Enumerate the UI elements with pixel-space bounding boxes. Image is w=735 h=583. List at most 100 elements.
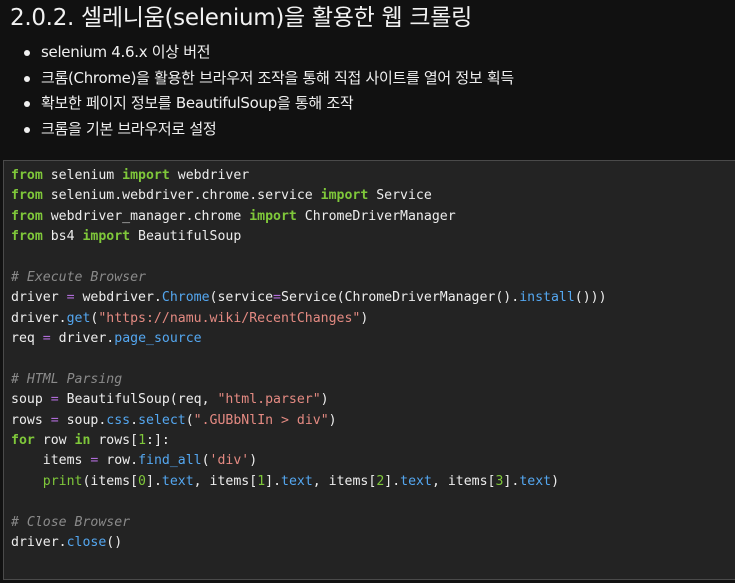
code-keyword: from <box>11 229 43 245</box>
code-text: ChromeDriverManager <box>296 208 456 224</box>
code-text: ) <box>360 310 369 326</box>
code-line: from webdriver_manager.chrome import Chr… <box>11 207 607 227</box>
bullet-list: selenium 4.6.x 이상 버전 크롬(Chrome)을 활용한 브라우… <box>20 40 514 142</box>
code-operator: = <box>273 290 281 306</box>
code-line: driver.close() <box>11 533 607 553</box>
code-text: driver <box>11 290 67 306</box>
code-line: driver = webdriver.Chrome(service=Servic… <box>11 288 607 308</box>
code-keyword: for <box>11 433 35 449</box>
code-text: driver. <box>11 535 67 551</box>
code-attribute: install <box>519 290 575 306</box>
code-text: req <box>11 331 43 347</box>
code-text: BeautifulSoup(req, <box>58 392 218 408</box>
code-text: (service <box>209 290 274 306</box>
code-attribute: css <box>106 412 131 428</box>
code-text: BeautifulSoup <box>130 229 242 245</box>
code-text: bs4 <box>42 229 83 245</box>
code-text: ]. <box>265 473 282 489</box>
code-line: soup = BeautifulSoup(req, "html.parser") <box>11 390 607 410</box>
code-line: from selenium.webdriver.chrome.service i… <box>11 186 607 206</box>
bullet-item: 크롬(Chrome)을 활용한 브라우저 조작을 통해 직접 사이트를 열어 정… <box>20 66 514 92</box>
code-line: # HTML Parsing <box>11 370 607 390</box>
code-operator: = <box>50 392 59 408</box>
code-content[interactable]: from selenium import webdriver from selen… <box>11 166 607 553</box>
code-keyword: import <box>122 168 170 183</box>
bullet-text: selenium 4.6.x 이상 버전 <box>41 43 211 61</box>
code-text: (items[ <box>82 473 139 489</box>
code-keyword: import <box>82 229 131 245</box>
code-line: driver.get("https://namu.wiki/RecentChan… <box>11 309 607 329</box>
code-attribute: select <box>138 412 186 428</box>
code-keyword: import <box>249 208 297 224</box>
bullet-dot-icon <box>24 75 30 82</box>
code-text: row <box>34 433 75 449</box>
code-attribute: text <box>519 473 552 489</box>
code-text: soup <box>11 392 51 408</box>
code-keyword: in <box>74 433 91 449</box>
code-attribute: find_all <box>138 453 202 469</box>
code-line: req = driver.page_source <box>11 329 607 349</box>
code-text: webdriver_manager.chrome <box>42 208 250 224</box>
code-text: ) <box>328 412 337 428</box>
code-line: from bs4 import BeautifulSoup <box>11 227 607 247</box>
code-attribute: text <box>281 473 313 489</box>
code-number: 1 <box>138 433 147 449</box>
code-comment: # Close Browser <box>11 514 131 530</box>
code-text: webdriver. <box>74 290 162 306</box>
code-text: ]. <box>384 473 401 489</box>
code-string: 'div' <box>209 453 250 469</box>
code-text: ]. <box>503 473 520 489</box>
code-keyword: from <box>11 168 43 183</box>
code-text: items <box>11 453 91 469</box>
code-comment: # HTML Parsing <box>11 371 123 387</box>
code-line: for row in rows[1:]: <box>11 431 607 451</box>
code-text: :]: <box>146 433 170 449</box>
code-line: rows = soup.css.select(".GUBbNlIn > div"… <box>11 411 607 431</box>
code-text: Service(ChromeDriverManager(). <box>281 290 520 306</box>
bullet-text: 크롬을 기본 브라우저로 설정 <box>41 119 217 138</box>
code-text: ) <box>249 453 258 469</box>
code-line: # Execute Browser <box>11 268 607 288</box>
code-operator: = <box>66 290 75 306</box>
code-keyword: from <box>11 208 43 224</box>
bullet-item: 확보한 페이지 정보를 BeautifulSoup을 통해 조작 <box>20 91 514 117</box>
code-text: driver. <box>11 310 67 326</box>
code-text: ( <box>201 453 210 469</box>
code-text: ())) <box>574 290 607 306</box>
code-string: "html.parser" <box>217 392 321 408</box>
code-text: selenium.webdriver.chrome.service <box>42 188 321 204</box>
code-attribute: text <box>161 473 194 489</box>
bullet-dot-icon <box>24 101 30 107</box>
code-text: webdriver <box>169 168 250 183</box>
code-string: "https://namu.wiki/RecentChanges" <box>98 310 361 326</box>
code-text: driver. <box>50 331 115 347</box>
code-line: from selenium import webdriver <box>11 166 607 186</box>
code-attribute: get <box>66 310 91 326</box>
code-text: . <box>130 412 139 428</box>
code-keyword: import <box>320 188 369 204</box>
code-text: , items[ <box>312 473 377 489</box>
bullet-item: selenium 4.6.x 이상 버전 <box>20 40 514 66</box>
code-attribute: Chrome <box>161 290 210 306</box>
code-builtin: print <box>42 473 83 489</box>
code-line: items = row.find_all('div') <box>11 451 607 471</box>
code-attribute: close <box>66 535 107 551</box>
code-number: 1 <box>257 473 266 489</box>
code-text: Service <box>368 188 432 204</box>
code-text: ) <box>551 473 560 489</box>
code-text: , items[ <box>431 473 496 489</box>
code-text: ) <box>320 392 329 408</box>
code-number: 0 <box>138 473 146 489</box>
bullet-item: 크롬을 기본 브라우저로 설정 <box>20 117 514 143</box>
code-string: ".GUBbNlIn > div" <box>193 412 329 428</box>
code-text: ]. <box>146 473 162 489</box>
code-text: row. <box>98 453 139 469</box>
bullet-dot-icon <box>24 126 30 133</box>
code-block[interactable]: from selenium import webdriver from selen… <box>3 160 735 580</box>
code-text: soup. <box>58 412 107 428</box>
code-attribute: text <box>400 473 432 489</box>
code-operator: = <box>42 331 51 347</box>
